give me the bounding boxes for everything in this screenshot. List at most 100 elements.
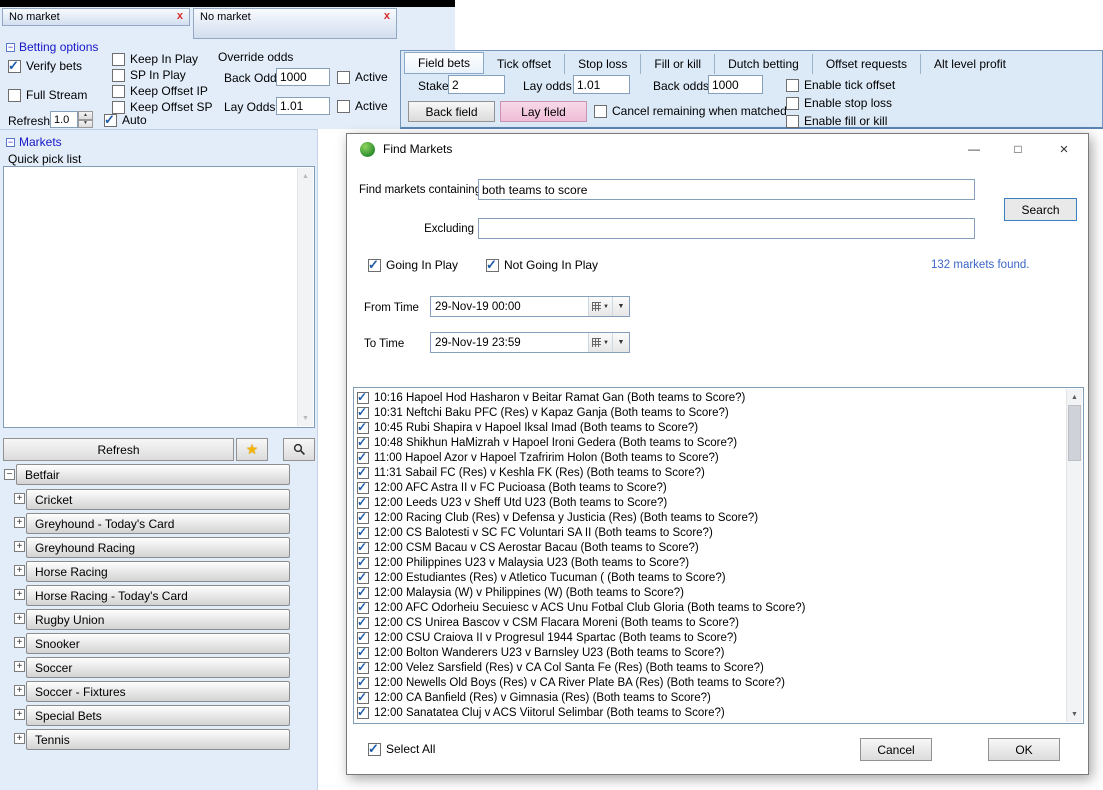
tab-stop-loss[interactable]: Stop loss bbox=[565, 54, 641, 74]
tab-close-icon[interactable]: x bbox=[177, 11, 183, 22]
market-item-checkbox[interactable] bbox=[357, 512, 369, 524]
cancel-remaining-checkbox[interactable]: Cancel remaining when matched bbox=[594, 104, 787, 118]
market-item-checkbox[interactable] bbox=[357, 692, 369, 704]
betting-options-header[interactable]: Betting options bbox=[6, 40, 98, 54]
market-item-checkbox[interactable] bbox=[357, 662, 369, 674]
enable-tick-offset-checkbox[interactable]: Enable tick offset bbox=[786, 78, 895, 92]
tree-item-button[interactable]: Horse Racing - Today's Card bbox=[26, 585, 290, 606]
collapse-icon[interactable] bbox=[6, 43, 15, 52]
tab-alt-level-profit[interactable]: Alt level profit bbox=[921, 54, 1019, 74]
tree-item-button[interactable]: Tennis bbox=[26, 729, 290, 750]
market-list-item[interactable]: 12:00 AFC Astra II v FC Pucioasa (Both t… bbox=[357, 480, 1063, 495]
expand-icon[interactable] bbox=[14, 541, 25, 552]
market-tab-2[interactable]: No market x bbox=[193, 8, 397, 39]
lay-active-checkbox[interactable]: Active bbox=[337, 99, 388, 113]
collapse-icon[interactable] bbox=[6, 138, 15, 147]
scroll-down-icon[interactable] bbox=[298, 410, 313, 426]
market-item-checkbox[interactable] bbox=[357, 572, 369, 584]
keep-offset-ip-checkbox[interactable]: Keep Offset IP bbox=[112, 84, 208, 98]
dropdown-arrow-icon[interactable] bbox=[612, 297, 629, 316]
stake-input[interactable] bbox=[448, 75, 505, 94]
market-item-checkbox[interactable] bbox=[357, 452, 369, 464]
market-list-item[interactable]: 12:00 AFC Odorheiu Secuiesc v ACS Unu Fo… bbox=[357, 600, 1063, 615]
market-item-checkbox[interactable] bbox=[357, 392, 369, 404]
market-list-item[interactable]: 12:00 CA Banfield (Res) v Gimnasia (Res)… bbox=[357, 690, 1063, 705]
market-list-item[interactable]: 12:00 Leeds U23 v Sheff Utd U23 (Both te… bbox=[357, 495, 1063, 510]
market-list-item[interactable]: 12:00 CS Balotesti v SC FC Voluntari SA … bbox=[357, 525, 1063, 540]
stepper-up-icon[interactable] bbox=[78, 111, 93, 120]
tree-item-button[interactable]: Greyhound - Today's Card bbox=[26, 513, 290, 534]
dropdown-arrow-icon[interactable] bbox=[612, 333, 629, 352]
market-item-checkbox[interactable] bbox=[357, 482, 369, 494]
lay-odds-input[interactable] bbox=[573, 75, 630, 94]
market-list-item[interactable]: 11:00 Hapoel Azor v Hapoel Tzafririm Hol… bbox=[357, 450, 1063, 465]
market-item-checkbox[interactable] bbox=[357, 677, 369, 689]
refresh-interval-stepper[interactable]: 1.0 bbox=[50, 111, 93, 128]
tree-item-button[interactable]: Horse Racing bbox=[26, 561, 290, 582]
excluding-input[interactable] bbox=[478, 218, 975, 239]
select-all-checkbox[interactable]: Select All bbox=[368, 742, 435, 756]
tab-fill-or-kill[interactable]: Fill or kill bbox=[641, 54, 715, 74]
tree-item[interactable]: Horse Racing bbox=[0, 560, 318, 584]
maximize-button[interactable]: □ bbox=[996, 134, 1040, 164]
market-list-item[interactable]: 10:16 Hapoel Hod Hasharon v Beitar Ramat… bbox=[357, 390, 1063, 405]
full-stream-checkbox[interactable]: Full Stream bbox=[8, 88, 87, 102]
market-list-item[interactable]: 12:00 CSU Craiova II v Progresul 1944 Sp… bbox=[357, 630, 1063, 645]
tree-item-button[interactable]: Soccer bbox=[26, 657, 290, 678]
tree-item[interactable]: Greyhound - Today's Card bbox=[0, 512, 318, 536]
market-item-checkbox[interactable] bbox=[357, 557, 369, 569]
find-markets-button[interactable] bbox=[283, 438, 315, 461]
from-time-picker[interactable]: 29-Nov-19 00:00 bbox=[430, 296, 630, 317]
market-item-checkbox[interactable] bbox=[357, 527, 369, 539]
expand-icon[interactable] bbox=[14, 589, 25, 600]
market-item-checkbox[interactable] bbox=[357, 602, 369, 614]
market-list-item[interactable]: 12:00 Sanatatea Cluj v ACS Viitorul Seli… bbox=[357, 705, 1063, 720]
market-list-item[interactable]: 12:00 Newells Old Boys (Res) v CA River … bbox=[357, 675, 1063, 690]
scroll-up-icon[interactable] bbox=[298, 168, 313, 184]
ok-button[interactable]: OK bbox=[988, 738, 1060, 761]
favourites-button[interactable] bbox=[236, 438, 268, 461]
tree-item-button[interactable]: Greyhound Racing bbox=[26, 537, 290, 558]
to-time-value[interactable]: 29-Nov-19 23:59 bbox=[431, 333, 588, 352]
market-list-item[interactable]: 10:45 Rubi Shapira v Hapoel Iksal Imad (… bbox=[357, 420, 1063, 435]
tree-item-button[interactable]: Cricket bbox=[26, 489, 290, 510]
tree-item[interactable]: Greyhound Racing bbox=[0, 536, 318, 560]
quick-pick-list[interactable] bbox=[3, 166, 315, 428]
going-in-play-checkbox[interactable]: Going In Play bbox=[368, 258, 458, 272]
scroll-thumb[interactable] bbox=[1068, 405, 1081, 461]
scroll-up-icon[interactable] bbox=[1067, 389, 1082, 405]
tab-field-bets[interactable]: Field bets bbox=[404, 52, 484, 74]
keep-offset-sp-checkbox[interactable]: Keep Offset SP bbox=[112, 100, 213, 114]
stepper-down-icon[interactable] bbox=[78, 120, 93, 129]
calendar-picker-button[interactable] bbox=[588, 297, 612, 316]
tree-item-button[interactable]: Soccer - Fixtures bbox=[26, 681, 290, 702]
close-button[interactable]: × bbox=[1042, 134, 1086, 164]
tree-item[interactable]: Rugby Union bbox=[0, 608, 318, 632]
to-time-picker[interactable]: 29-Nov-19 23:59 bbox=[430, 332, 630, 353]
market-results-list[interactable]: 10:16 Hapoel Hod Hasharon v Beitar Ramat… bbox=[353, 387, 1084, 724]
tree-item[interactable]: Cricket bbox=[0, 488, 318, 512]
override-back-odds-input[interactable] bbox=[276, 68, 330, 86]
tree-item-button[interactable]: Snooker bbox=[26, 633, 290, 654]
market-list-item[interactable]: 12:00 Malaysia (W) v Philippines (W) (Bo… bbox=[357, 585, 1063, 600]
tree-root-item[interactable]: Betfair bbox=[16, 464, 290, 485]
refresh-button[interactable]: Refresh bbox=[3, 438, 234, 461]
back-odds-input[interactable] bbox=[708, 75, 763, 94]
market-tab-1[interactable]: No market x bbox=[2, 8, 190, 26]
market-item-checkbox[interactable] bbox=[357, 422, 369, 434]
tree-item[interactable]: Snooker bbox=[0, 632, 318, 656]
market-list-item[interactable]: 10:31 Neftchi Baku PFC (Res) v Kapaz Gan… bbox=[357, 405, 1063, 420]
market-item-checkbox[interactable] bbox=[357, 587, 369, 599]
market-item-checkbox[interactable] bbox=[357, 467, 369, 479]
tree-root-collapse-icon[interactable] bbox=[4, 469, 15, 480]
expand-icon[interactable] bbox=[14, 637, 25, 648]
tree-item[interactable]: Soccer - Fixtures bbox=[0, 680, 318, 704]
tree-item[interactable]: Tennis bbox=[0, 728, 318, 752]
market-item-checkbox[interactable] bbox=[357, 407, 369, 419]
expand-icon[interactable] bbox=[14, 565, 25, 576]
keep-in-play-checkbox[interactable]: Keep In Play bbox=[112, 52, 198, 66]
from-time-value[interactable]: 29-Nov-19 00:00 bbox=[431, 297, 588, 316]
cancel-button[interactable]: Cancel bbox=[860, 738, 932, 761]
auto-checkbox[interactable]: Auto bbox=[104, 113, 147, 127]
market-list-item[interactable]: 12:00 Estudiantes (Res) v Atletico Tucum… bbox=[357, 570, 1063, 585]
